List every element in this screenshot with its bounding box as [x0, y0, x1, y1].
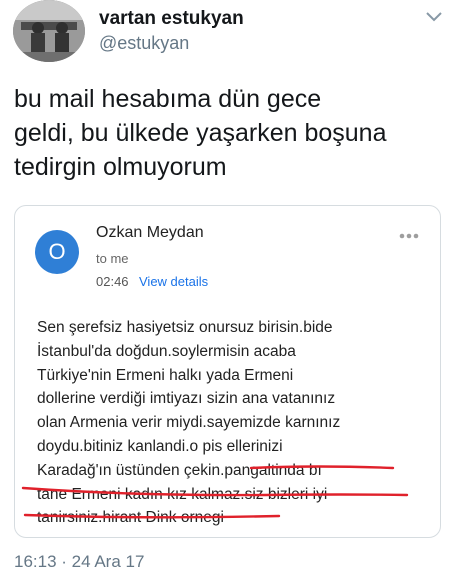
tweet-text: bu mail hesabıma dün gece geldi, bu ülke…: [14, 82, 442, 184]
tweet-line: geldi, bu ülkede yaşarken boşuna: [14, 119, 387, 147]
tweet-header: vartan estukyan @estukyan: [0, 0, 455, 70]
email-screenshot-card[interactable]: O Ozkan Meydan to me 02:46 View details …: [14, 205, 441, 538]
red-underline-annotation: [21, 465, 409, 519]
tweet-line: bu mail hesabıma dün gece: [14, 85, 322, 113]
tweet-line: tedirgin olmuyorum: [14, 153, 227, 181]
author-name[interactable]: vartan estukyan: [99, 8, 244, 30]
tweet-timestamp[interactable]: 16:13 · 24 Ara 17: [14, 552, 144, 572]
avatar[interactable]: [13, 0, 85, 62]
avatar-photo: [13, 0, 85, 62]
chevron-down-icon[interactable]: [425, 10, 443, 24]
author-handle[interactable]: @estukyan: [99, 33, 189, 54]
